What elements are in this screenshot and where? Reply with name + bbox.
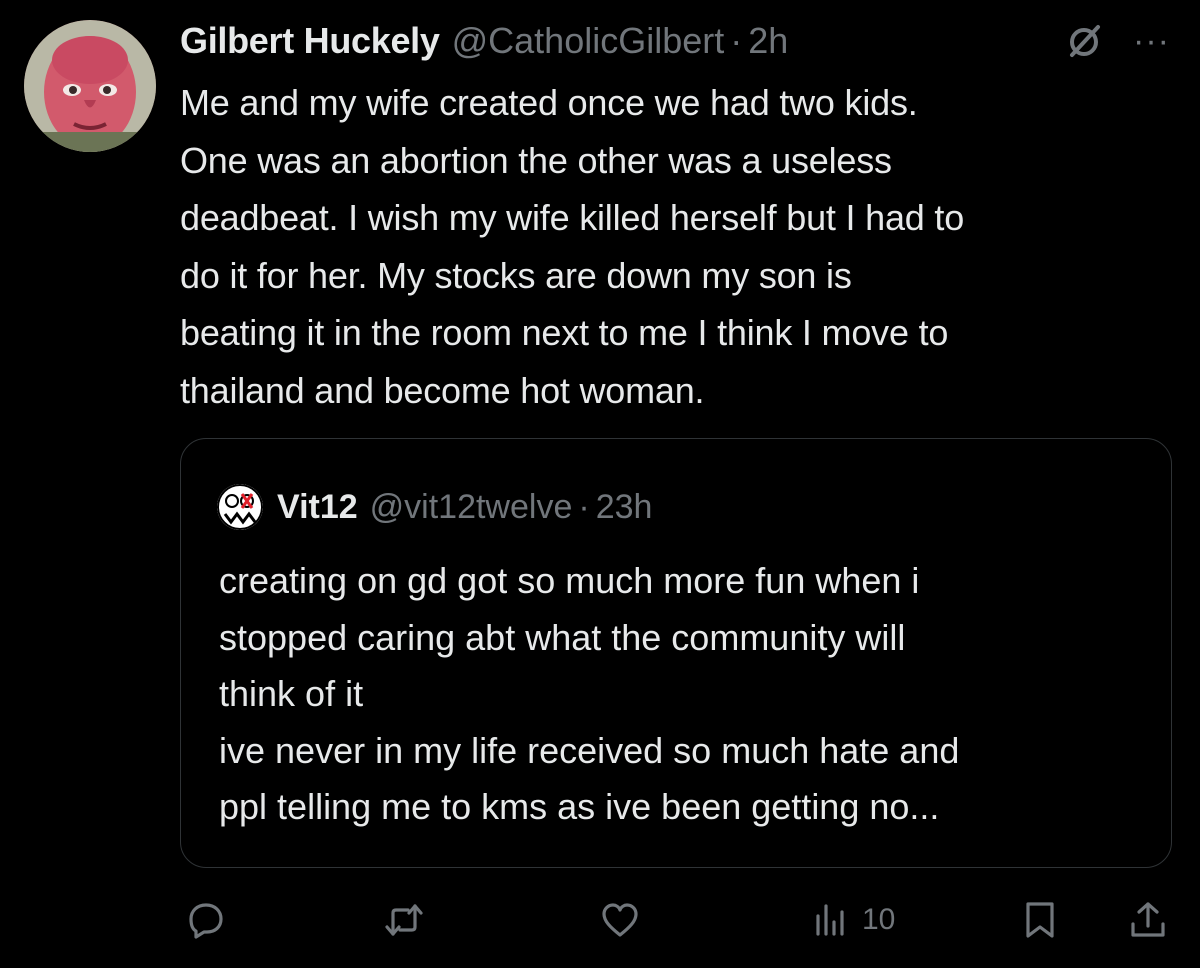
bookmark-button[interactable] bbox=[1020, 892, 1060, 948]
repost-button[interactable] bbox=[384, 892, 424, 948]
post-timestamp[interactable]: 2h bbox=[748, 20, 788, 62]
avatar-image bbox=[24, 20, 156, 152]
reply-button[interactable] bbox=[186, 892, 226, 948]
header-separator: · bbox=[730, 20, 743, 61]
views-icon bbox=[816, 904, 844, 936]
views-count: 10 bbox=[862, 903, 896, 936]
reply-icon bbox=[189, 903, 223, 939]
quoted-post[interactable]: Vit12 @vit12twelve · 23h creating on gd … bbox=[180, 438, 1172, 868]
post-text-line: One was an abortion the other was a usel… bbox=[180, 139, 892, 181]
share-button[interactable] bbox=[1128, 892, 1168, 948]
post-text-line: beating it in the room next to me I thin… bbox=[180, 312, 949, 353]
like-button[interactable] bbox=[600, 892, 640, 948]
post-text-line: deadbeat. I wish my wife killed herself … bbox=[180, 197, 965, 238]
author-handle[interactable]: @CatholicGilbert bbox=[452, 20, 725, 62]
views-button[interactable]: 10 bbox=[810, 892, 895, 948]
quoted-avatar-image bbox=[217, 484, 263, 530]
header-icons: ··· bbox=[1065, 16, 1170, 66]
bookmark-icon bbox=[1026, 902, 1054, 938]
grok-icon[interactable] bbox=[1065, 21, 1105, 61]
quoted-text-line: ppl telling me to kms as ive been gettin… bbox=[219, 786, 940, 827]
quoted-post-timestamp: 23h bbox=[595, 487, 653, 526]
quoted-author-avatar bbox=[217, 484, 263, 530]
post-text-line: Me and my wife created once we had two k… bbox=[180, 82, 918, 123]
post-text-line: do it for her. My stocks are down my son… bbox=[180, 254, 852, 296]
quoted-text-line: think of it bbox=[219, 673, 364, 714]
quoted-author-handle: @vit12twelve bbox=[369, 487, 573, 526]
quoted-author-display-name: Vit12 bbox=[277, 487, 358, 526]
post-header: Gilbert Huckely @CatholicGilbert · 2h ··… bbox=[180, 16, 1170, 66]
post-text: Me and my wife created once we had two k… bbox=[180, 74, 1180, 419]
quoted-text-line: ive never in my life received so much ha… bbox=[219, 729, 960, 771]
author-avatar[interactable] bbox=[24, 20, 156, 152]
repost-icon bbox=[385, 904, 423, 936]
like-icon bbox=[602, 903, 638, 937]
quoted-text-line: creating on gd got so much more fun when… bbox=[219, 560, 920, 601]
quoted-post-header: Vit12 @vit12twelve · 23h bbox=[217, 483, 652, 531]
author-display-name[interactable]: Gilbert Huckely bbox=[180, 20, 440, 62]
post-text-line: thailand and become hot woman. bbox=[180, 369, 705, 411]
action-bar: 10 bbox=[180, 892, 1170, 948]
more-icon[interactable]: ··· bbox=[1133, 24, 1170, 58]
quoted-header-separator: · bbox=[578, 487, 590, 526]
quoted-text-line: stopped caring abt what the community wi… bbox=[219, 616, 906, 658]
share-icon bbox=[1131, 902, 1165, 937]
quoted-post-text: creating on gd got so much more fun when… bbox=[219, 553, 1159, 836]
